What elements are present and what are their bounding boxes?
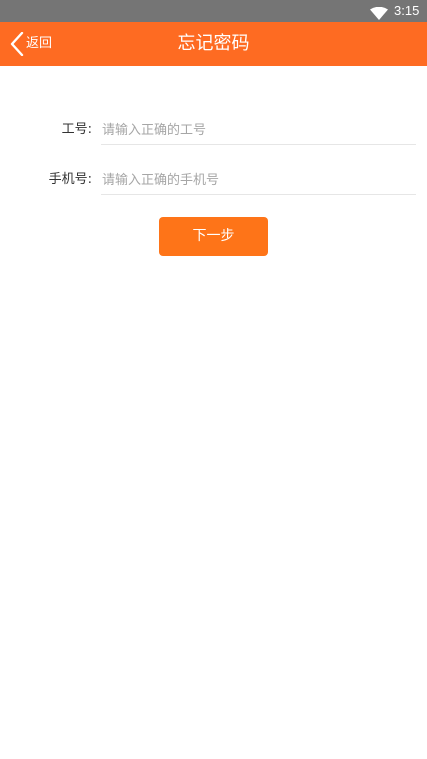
page-title: 忘记密码 [177,33,250,54]
employee-id-input[interactable] [101,116,416,145]
employee-id-row: 工号: [0,110,427,150]
wifi-icon [370,5,388,20]
phone-row: 手机号: [0,160,427,200]
status-time: 3:15 [394,3,420,18]
next-step-button[interactable]: 下一步 [159,217,268,256]
status-bar: 3:15 [0,0,427,22]
app-bar: 返回 忘记密码 [0,22,427,66]
phone-input[interactable] [101,166,416,195]
phone-label: 手机号: [48,172,92,187]
employee-id-label: 工号: [61,122,92,137]
